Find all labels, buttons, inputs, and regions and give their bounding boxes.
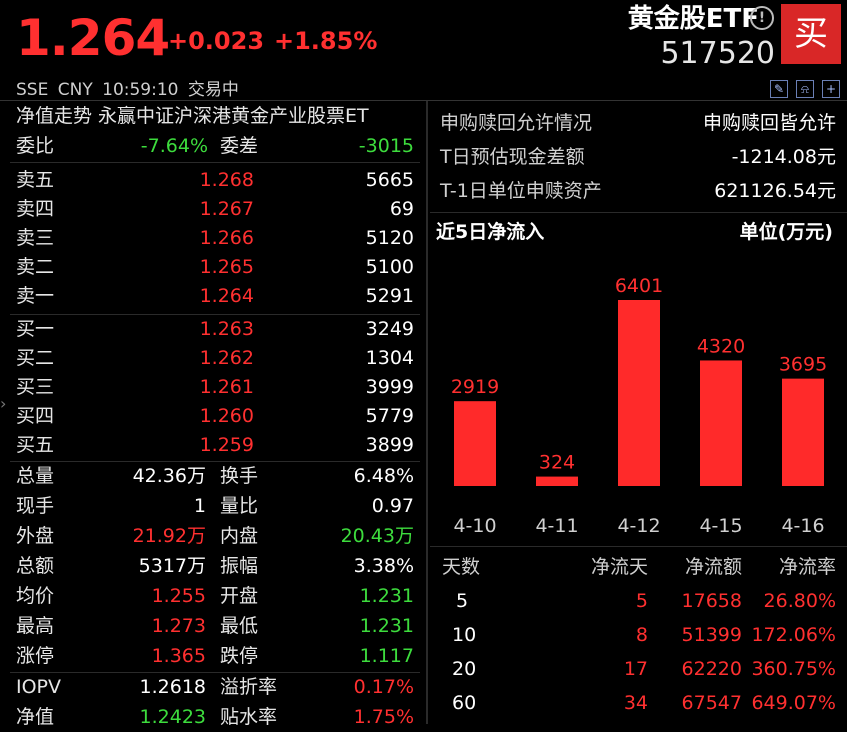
flow-title: 近5日净流入 [436, 221, 545, 243]
chevron-right-icon[interactable]: › [0, 394, 6, 413]
info-cash-diff: T日预估现金差额 -1214.08元 [440, 146, 836, 168]
flow-unit: 单位(万元) [739, 221, 833, 243]
stat-row-volume: 总量 42.36万 换手 6.48% [16, 465, 414, 487]
category-label-4-12: 4-12 [617, 515, 660, 537]
flow-table-header: 天数 净流天 净流额 净流率 [442, 556, 836, 578]
order-buy-1[interactable]: 买一 1.263 3249 [16, 315, 414, 343]
net-inflow-chart: 2919 4-10 324 4-11 6401 4-12 4320 4-15 3695 4-16 [451, 275, 827, 537]
weicha-value: -3015 [358, 135, 414, 157]
fund-title[interactable]: 净值走势 永赢中证沪深港黄金产业股票ET [16, 102, 420, 130]
currency-label: CNY [57, 80, 93, 100]
buy-button[interactable]: 买 [781, 4, 841, 64]
order-sell-5[interactable]: 卖五 1.268 5665 [16, 166, 414, 194]
table-row[interactable]: 60 34 67547 649.07% [440, 686, 836, 720]
bell-icon[interactable]: ⍾ [796, 80, 814, 98]
order-sell-2[interactable]: 卖二 1.265 5100 [16, 253, 414, 281]
divider [430, 212, 847, 213]
table-row[interactable]: 5 5 17658 26.80% [440, 584, 836, 618]
fund-code: 517520 [660, 36, 775, 71]
order-buy-2[interactable]: 买二 1.262 1304 [16, 344, 414, 372]
info-unit-asset: T-1日单位申赎资产 621126.54元 [440, 180, 836, 202]
bar-4-12[interactable] [618, 300, 660, 486]
bar-4-15[interactable] [700, 360, 742, 486]
data-label-4-10: 2919 [451, 376, 499, 398]
exchange-label: SSE [16, 80, 49, 100]
weibi-row: 委比 -7.64% 委差 -3015 [16, 132, 414, 160]
stat-row-limits: 涨停 1.365 跌停 1.117 [16, 645, 414, 667]
stat-row-outer-inner: 外盘 21.92万 内盘 20.43万 [16, 525, 414, 547]
quote-time: 10:59:10 [102, 80, 179, 100]
bar-4-16[interactable] [782, 378, 824, 486]
order-sell-3[interactable]: 卖三 1.266 5120 [16, 224, 414, 252]
fund-name: 黄金股ETF [627, 4, 759, 34]
order-sell-4[interactable]: 卖四 1.267 69 [16, 195, 414, 223]
category-label-4-11: 4-11 [535, 515, 578, 537]
order-buy-4[interactable]: 买四 1.260 5779 [16, 402, 414, 430]
info-subscription: 申购赎回允许情况 申购赎回皆允许 [440, 112, 836, 134]
quote-status-line: SSE CNY 10:59:10 交易中 [16, 80, 239, 100]
data-label-4-15: 4320 [697, 335, 745, 357]
weibi-label: 委比 [16, 135, 55, 157]
category-label-4-10: 4-10 [453, 515, 496, 537]
data-label-4-11: 324 [539, 452, 575, 474]
stat-row-high-low: 最高 1.273 最低 1.231 [16, 615, 414, 637]
divider [430, 546, 847, 547]
weibi-value: -7.64% [140, 135, 208, 157]
bar-4-10[interactable] [454, 401, 496, 486]
add-icon[interactable]: + [822, 80, 840, 98]
trading-status: 交易中 [187, 80, 239, 100]
order-buy-3[interactable]: 买三 1.261 3999 [16, 373, 414, 401]
stat-row-amount: 总额 5317万 振幅 3.38% [16, 555, 414, 577]
price-change: +0.023 [168, 27, 265, 55]
panel-divider [426, 101, 428, 724]
last-price: 1.264 [16, 9, 170, 67]
table-row[interactable]: 20 17 62220 360.75% [440, 652, 836, 686]
divider [10, 162, 420, 163]
order-sell-1[interactable]: 卖一 1.264 5291 [16, 282, 414, 310]
category-label-4-15: 4-15 [699, 515, 742, 537]
weicha-label: 委差 [220, 135, 259, 157]
edit-icon[interactable]: ✎ [770, 80, 788, 98]
header-divider [0, 100, 847, 101]
stat-row-iopv: IOPV 1.2618 溢折率 0.17% [16, 676, 414, 698]
bar-4-11[interactable] [536, 476, 578, 486]
stat-row-nav: 净值 1.2423 贴水率 1.75% [16, 706, 414, 728]
category-label-4-16: 4-16 [781, 515, 824, 537]
data-label-4-16: 3695 [779, 354, 827, 376]
stat-row-current: 现手 1 量比 0.97 [16, 495, 414, 517]
data-label-4-12: 6401 [615, 275, 663, 297]
price-change-pct: +1.85% [274, 27, 378, 55]
stat-row-avg-open: 均价 1.255 开盘 1.231 [16, 585, 414, 607]
info-icon[interactable]: ! [750, 6, 774, 30]
table-row[interactable]: 10 8 51399 172.06% [440, 618, 836, 652]
order-buy-5[interactable]: 买五 1.259 3899 [16, 431, 414, 459]
